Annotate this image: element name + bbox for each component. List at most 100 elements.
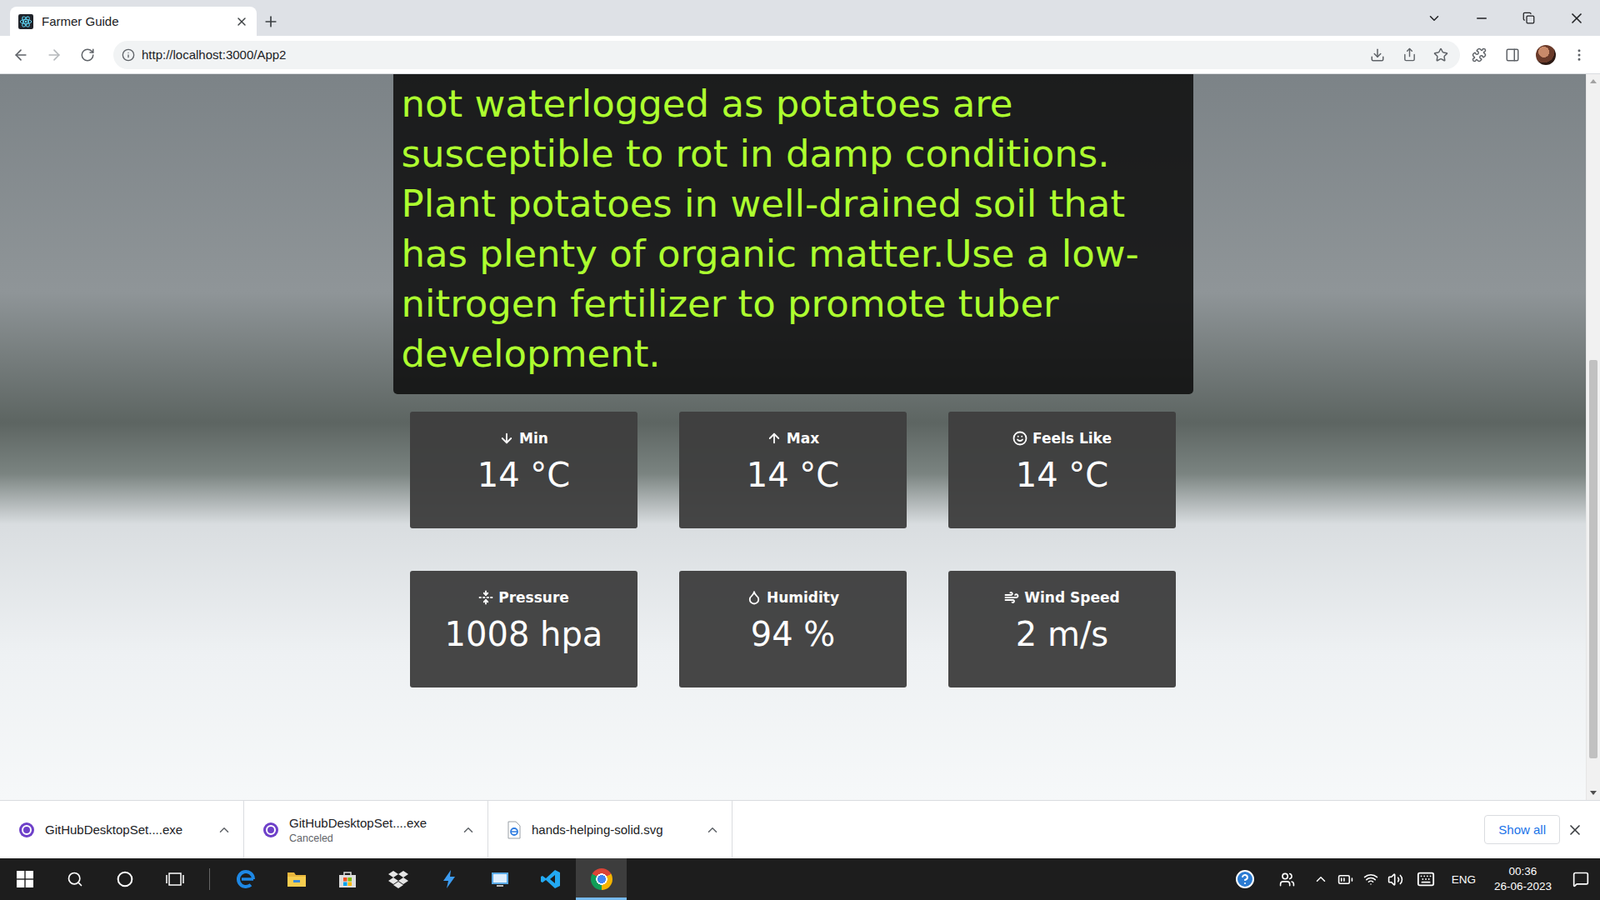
task-view-icon[interactable] <box>165 870 185 888</box>
menu-button[interactable] <box>1565 40 1594 70</box>
scroll-down-icon[interactable] <box>1590 790 1597 795</box>
installer-icon[interactable] <box>489 868 511 890</box>
weather-value: 14 °C <box>477 455 571 495</box>
store-icon[interactable] <box>336 868 359 890</box>
edge-icon[interactable] <box>235 868 257 890</box>
volume-icon[interactable] <box>1387 871 1404 888</box>
wind-icon <box>1004 590 1020 605</box>
taskbar-divider <box>209 868 210 890</box>
url-text[interactable]: http://localhost:3000/App2 <box>141 47 1359 62</box>
show-all-button[interactable]: Show all <box>1484 815 1560 845</box>
close-icon[interactable] <box>1568 10 1585 27</box>
download-item[interactable]: GitHubDesktopSet....exe <box>0 800 245 859</box>
droplet-icon <box>746 590 762 605</box>
scroll-thumb[interactable] <box>1589 360 1598 758</box>
avatar-icon[interactable] <box>1535 45 1556 65</box>
weather-label: Pressure <box>478 589 570 606</box>
close-icon[interactable] <box>1566 821 1584 839</box>
close-downloads-button[interactable] <box>1560 815 1590 845</box>
tab-search-button[interactable] <box>1410 0 1458 36</box>
weather-card: Pressure 1008 hpa <box>410 570 638 688</box>
new-tab-button[interactable] <box>256 6 285 36</box>
battery-icon[interactable] <box>1337 871 1354 888</box>
scroll-up-icon[interactable] <box>1590 79 1597 84</box>
taskbar-app[interactable] <box>270 858 322 900</box>
search-icon[interactable] <box>66 870 84 888</box>
download-icon[interactable] <box>1370 47 1385 63</box>
address-bar[interactable]: http://localhost:3000/App2 <box>113 40 1460 70</box>
star-icon[interactable] <box>1433 47 1449 63</box>
download-status: Canceled <box>289 832 451 845</box>
vscode-icon[interactable] <box>540 868 562 890</box>
wifi-icon[interactable] <box>1363 871 1379 887</box>
taskbar-app[interactable] <box>423 858 475 900</box>
arrow-right-icon[interactable] <box>45 46 63 64</box>
taskbar: ENG00:3626-06-2023 <box>0 858 1600 900</box>
download-item[interactable]: hands-helping-solid.svg <box>488 800 733 859</box>
cortana-button[interactable] <box>100 858 150 900</box>
cortana-icon[interactable] <box>116 870 134 888</box>
forward-button[interactable] <box>40 40 69 70</box>
plus-icon[interactable] <box>262 13 280 30</box>
back-button[interactable] <box>6 40 35 70</box>
restore-icon[interactable] <box>1522 11 1535 25</box>
chevron-up-icon[interactable] <box>460 822 476 838</box>
close-button[interactable] <box>1552 0 1600 36</box>
weather-value: 94 % <box>750 614 836 655</box>
taskbar-app[interactable] <box>321 858 373 900</box>
arrow-left-icon[interactable] <box>12 46 30 64</box>
clock-time: 00:36 <box>1509 864 1538 880</box>
chevron-up-icon[interactable] <box>705 822 720 838</box>
reload-icon[interactable] <box>80 47 95 63</box>
clock[interactable]: 00:3626-06-2023 <box>1484 864 1562 895</box>
download-item[interactable]: GitHubDesktopSet....exeCanceled <box>244 800 489 859</box>
taskbar-app[interactable] <box>372 858 424 900</box>
tab-title: Farmer Guide <box>41 14 227 29</box>
guide-text: not waterlogged as potatoes are suscepti… <box>401 79 1185 380</box>
help-icon[interactable] <box>1235 869 1255 890</box>
guide-panel: not waterlogged as potatoes are suscepti… <box>393 74 1194 395</box>
show-hidden-icon[interactable] <box>1313 871 1329 887</box>
taskbar-app[interactable] <box>575 858 627 900</box>
taskbar-app[interactable] <box>220 858 271 900</box>
restore-button[interactable] <box>1505 0 1553 36</box>
menu-icon[interactable] <box>1571 47 1587 63</box>
side-panel-icon[interactable] <box>1505 47 1520 63</box>
chrome-icon[interactable] <box>590 868 613 890</box>
extensions-button[interactable] <box>1465 40 1494 70</box>
share-icon[interactable] <box>1402 47 1417 62</box>
minimize-button[interactable] <box>1457 0 1505 36</box>
dropbox-icon[interactable] <box>387 868 410 890</box>
minimize-icon[interactable] <box>1474 10 1490 26</box>
weather-value: 14 °C <box>746 455 840 495</box>
explorer-icon[interactable] <box>285 868 308 890</box>
page-viewport: not waterlogged as potatoes are suscepti… <box>0 74 1586 800</box>
info-icon[interactable] <box>121 48 135 62</box>
clock-date: 26-06-2023 <box>1494 879 1552 895</box>
side-panel-button[interactable] <box>1498 40 1527 70</box>
task-view-button[interactable] <box>150 858 200 900</box>
search-button[interactable] <box>50 858 100 900</box>
profile-button[interactable] <box>1531 40 1560 70</box>
chevron-down-icon[interactable] <box>1426 10 1442 26</box>
taskbar-app[interactable] <box>474 858 525 900</box>
language-indicator[interactable]: ENG <box>1443 873 1485 886</box>
scrollbar[interactable] <box>1585 74 1600 800</box>
weather-card: Wind Speed2 m/s <box>948 570 1176 688</box>
start-button[interactable] <box>0 858 50 900</box>
download-name: GitHubDesktopSet....exe <box>45 822 207 837</box>
people-icon[interactable] <box>1279 871 1295 888</box>
reload-button[interactable] <box>73 40 102 70</box>
system-tray: ENG00:3626-06-2023 <box>1223 858 1600 900</box>
lightning-icon[interactable] <box>438 868 460 890</box>
taskbar-app[interactable] <box>525 858 576 900</box>
weather-label: Min <box>499 430 549 447</box>
puzzle-icon[interactable] <box>1471 47 1487 63</box>
windows-logo-icon[interactable] <box>16 870 34 888</box>
close-tab-icon[interactable] <box>235 15 249 29</box>
notifications-icon[interactable] <box>1572 870 1590 888</box>
keyboard-icon[interactable] <box>1416 870 1435 889</box>
weather-value: 1008 hpa <box>445 614 604 655</box>
browser-tab[interactable]: Farmer Guide <box>10 6 257 36</box>
chevron-up-icon[interactable] <box>216 822 232 838</box>
